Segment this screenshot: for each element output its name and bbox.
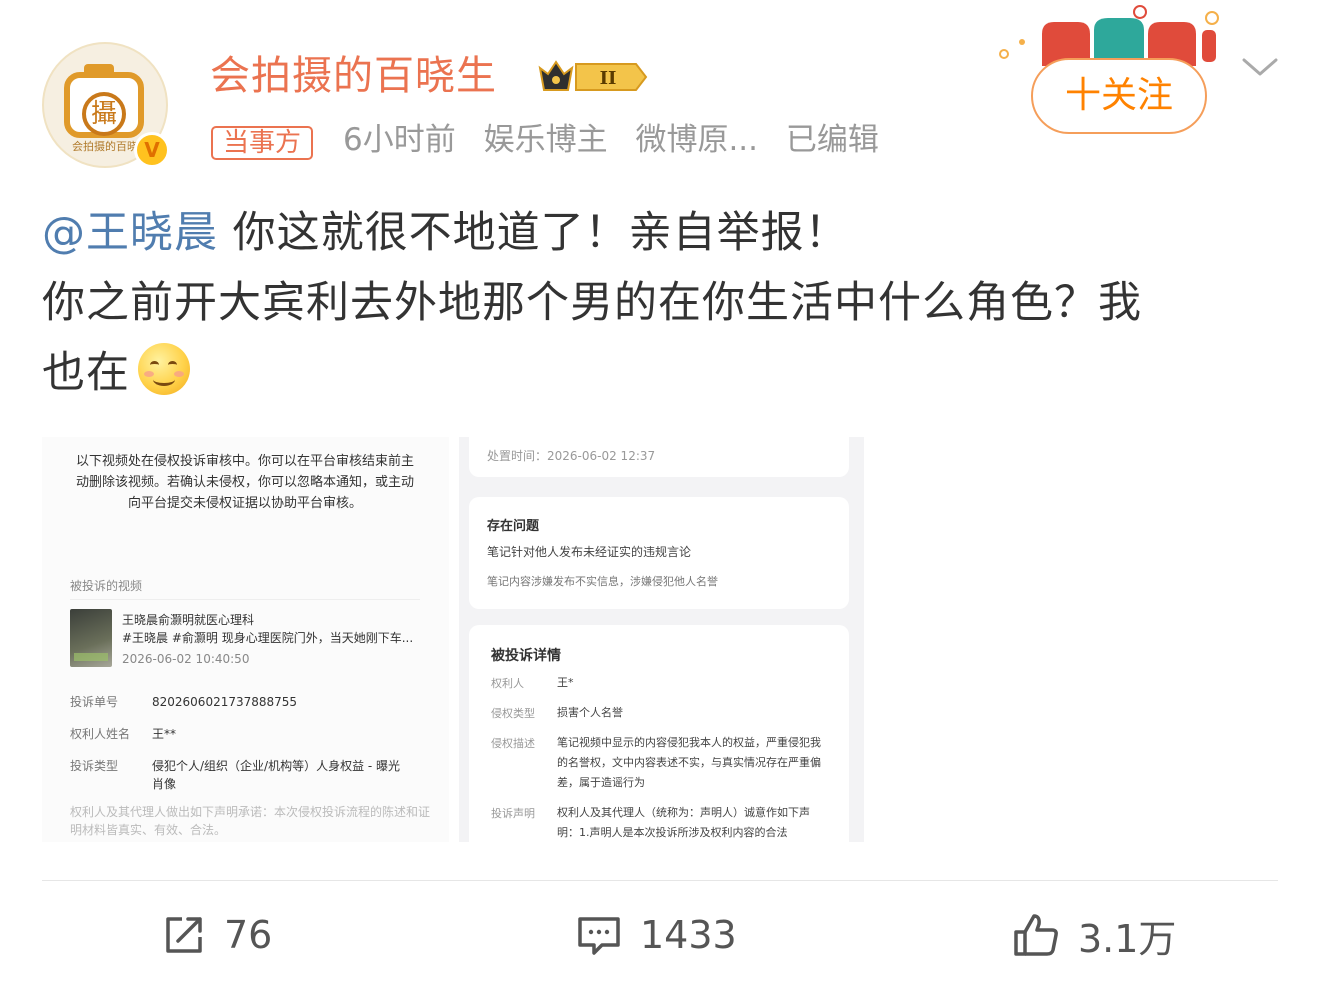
v-badge-icon: V [134,132,170,168]
post-line-2: 你之前开大宾利去外地那个男的在你生活中什么角色？我 [42,278,1142,328]
level-badge-text: II [600,68,617,89]
video-thumbnail [70,609,112,667]
smile-emoji-icon [138,343,190,395]
festival-deco-icon [999,5,1219,66]
dispose-time: 处置时间：2026-06-02 12:37 [487,449,656,463]
detail-label: 侵权类型 [491,707,535,720]
post-time: 6小时前 [343,122,456,158]
complaint-image-right[interactable]: 处置时间：2026-06-02 12:37 存在问题 笔记针对他人发布未经证实的… [459,437,864,842]
detail-value: 损害个人名誉 [557,706,623,719]
detail-value: 王* [557,676,574,689]
user-category: 娱乐博主 [483,122,608,158]
post-meta: 6小时前 娱乐博主 微博原... 已编辑 [343,118,897,162]
divider [70,599,420,600]
avatar-glyph: 攝 [82,92,126,136]
post-text-3: 也在 [42,348,130,398]
detail-heading: 被投诉详情 [491,648,561,664]
issue-item: 笔记针对他人发布未经证实的违规言论 [487,545,692,559]
follow-button[interactable]: 十关注 [1031,58,1207,134]
chevron-down-icon[interactable] [1240,52,1280,82]
detail-label: 投诉声明 [491,807,535,820]
share-icon [166,917,202,953]
notice-text: 以下视频处在侵权投诉审核中。你可以在平台审核结束前主动删除该视频。若确认未侵权，… [75,454,414,511]
detail-label: 权利人 [491,677,524,690]
issue-heading: 存在问题 [487,519,540,534]
share-button[interactable]: 76 [162,905,272,965]
detail-value: 权利人及其代理人（统称为：声明人）诚意作如下声明：1.声明人是本次投诉所涉及权利… [557,806,810,839]
row-value: 侵犯个人/组织（企业/机构等）人身权益 - 曝光肖像 [152,759,401,791]
row-label: 投诉类型 [70,759,119,773]
video-title: 王晓晨俞灏明就医心理科 [122,613,255,627]
post-text-1: 你这就很不地道了！亲自举报！ [218,208,849,258]
video-tags: #王晓晨 #俞灏明 现身心理医院门外，当天她刚下车... [122,631,414,645]
edited-label[interactable]: 已编辑 [786,122,879,158]
row-label: 投诉单号 [70,695,119,709]
comment-count: 1433 [640,913,737,957]
divider [42,880,1278,881]
detail-label: 侵权描述 [491,737,535,750]
mention-link[interactable]: @王晓晨 [42,208,218,258]
like-count: 3.1万 [1078,916,1177,961]
row-value: 王** [152,727,177,741]
declaration-text: 权利人及其代理人做出如下声明承诺：本次侵权投诉流程的陈述和证明材料皆真实、有效、… [70,805,431,837]
post-source[interactable]: 微博原... [635,122,758,158]
issue-item: 笔记内容涉嫌发布不实信息，涉嫌侵犯他人名誉 [487,575,718,588]
row-value: 8202606021737888755 [152,695,298,709]
thumbs-up-icon [1014,914,1058,956]
video-time: 2026-06-02 10:40:50 [122,652,250,666]
post-line-3: 也在 [42,338,190,408]
comment-icon [578,917,620,955]
username[interactable]: 会拍摄的百晓生 [210,48,497,104]
post-line-1: @王晓晨 你这就很不地道了！亲自举报！ [42,198,849,268]
complaint-image-left[interactable]: 以下视频处在侵权投诉审核中。你可以在平台审核结束前主动删除该视频。若确认未侵权，… [42,437,449,842]
row-label: 权利人姓名 [70,727,131,741]
crown-level-badge-icon: II [538,60,648,91]
complained-video-label: 被投诉的视频 [70,579,143,593]
like-button[interactable]: 3.1万 [1012,905,1176,965]
comment-button[interactable]: 1433 [576,905,737,965]
party-tag: 当事方 [211,126,314,160]
share-count: 76 [224,913,273,957]
detail-value: 笔记视频中显示的内容侵犯我本人的权益，严重侵犯我的名誉权，文中内容表述不实，与真… [557,736,821,789]
